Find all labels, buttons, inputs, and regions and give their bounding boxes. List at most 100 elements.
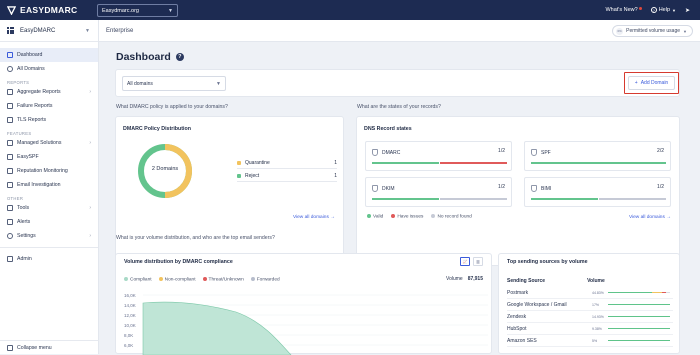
sidebar-item-aggregate-reports[interactable]: Aggregate Reports ›: [0, 85, 98, 99]
view-all-domains-link[interactable]: View all domains →: [629, 215, 671, 220]
line-chart-icon[interactable]: 📈: [460, 257, 470, 266]
permitted-volume-usage[interactable]: 0% Permitted volume usage ▼: [612, 25, 693, 37]
legend-count: 1: [334, 160, 337, 166]
globe-icon: [7, 66, 13, 72]
volume-bar: [608, 315, 670, 318]
subheader: Enterprise 0% Permitted volume usage ▼: [99, 20, 700, 42]
volume-bar: [608, 303, 670, 306]
record-dmarc[interactable]: DMARC 1/2: [365, 141, 512, 171]
record-name: DMARC: [382, 150, 401, 156]
send-icon[interactable]: ➤: [685, 7, 690, 14]
tools-icon: [7, 205, 13, 211]
chevron-down-icon: ▼: [683, 28, 687, 34]
bell-icon: [7, 219, 13, 225]
volume-total-label: Volume: [446, 276, 463, 282]
source-row[interactable]: HubSpot 9.38%: [507, 323, 673, 335]
collapse-icon: [7, 344, 13, 351]
sidebar-item-managed-solutions[interactable]: Managed Solutions ›: [0, 136, 98, 150]
sidebar-item-reputation-monitoring[interactable]: Reputation Monitoring: [0, 164, 98, 178]
sidebar: EasyDMARC ▼ Dashboard All Domains REPORT…: [0, 20, 99, 354]
donut-center-label: 2 Domains: [151, 166, 179, 172]
question-policy: What DMARC policy is applied to your dom…: [116, 104, 228, 110]
source-pct: 5%: [592, 338, 598, 343]
source-name: HubSpot: [507, 325, 527, 332]
sidebar-item-all-domains[interactable]: All Domains: [0, 62, 98, 76]
volume-bar: [608, 327, 670, 330]
legend-non-compliant[interactable]: Non-compliant: [158, 277, 196, 282]
sidebar-item-tls-reports[interactable]: TLS Reports: [0, 113, 98, 127]
source-name: Zendesk: [507, 313, 527, 320]
sidebar-item-tools[interactable]: Tools ›: [0, 201, 98, 215]
view-all-domains-link[interactable]: View all domains →: [293, 215, 335, 220]
help-icon: ?: [650, 7, 657, 13]
sidebar-item-failure-reports[interactable]: Failure Reports: [0, 99, 98, 113]
help-menu[interactable]: ? Help ▼: [650, 7, 676, 13]
volume-legend: Compliant Non-compliant Threat/Unknown F…: [124, 277, 280, 282]
card-title: Volume distribution by DMARC compliance: [124, 259, 233, 265]
chevron-down-icon: ▼: [85, 27, 90, 34]
legend-threat-unknown[interactable]: Threat/Unknown: [202, 277, 244, 282]
dmarc-policy-card: DMARC Policy Distribution 2 Domains Quar…: [115, 116, 344, 266]
bar-chart-icon[interactable]: ▥: [473, 257, 483, 266]
sidebar-item-label: TLS Reports: [17, 117, 47, 123]
record-ratio: 1/2: [657, 184, 664, 190]
record-bimi[interactable]: BIMI 1/2: [524, 177, 671, 207]
main-content: Dashboard ? All domains ▼ + Add Domain W…: [99, 42, 700, 355]
column-header-volume: Volume: [587, 278, 605, 284]
help-icon[interactable]: ?: [175, 53, 184, 61]
sidebar-item-email-investigation[interactable]: Email Investigation: [0, 178, 98, 192]
source-name: Google Workspace / Gmail: [507, 301, 567, 308]
sidebar-item-easyspf[interactable]: EasySPF: [0, 150, 98, 164]
legend-row-reject: Reject 1: [237, 171, 337, 182]
brand-logo[interactable]: EASYDMARC: [7, 5, 77, 15]
sidebar-item-label: Admin: [17, 256, 32, 262]
brand-name: EASYDMARC: [20, 5, 78, 15]
collapse-menu-button[interactable]: Collapse menu: [0, 340, 99, 354]
organization-select[interactable]: Easydmarc.org ▼: [97, 4, 178, 17]
volume-bar: [608, 291, 670, 294]
dns-record-states-card: DNS Record states DMARC 1/2 SPF 2/2 DKIM…: [356, 116, 680, 266]
source-row[interactable]: Google Workspace / Gmail 17%: [507, 299, 673, 311]
usage-progress-icon: 0%: [616, 27, 624, 35]
record-spf[interactable]: SPF 2/2: [524, 141, 671, 171]
sidebar-item-dashboard[interactable]: Dashboard: [0, 48, 98, 62]
shield-icon: [531, 185, 537, 192]
sidebar-item-alerts[interactable]: Alerts: [0, 215, 98, 229]
legend-swatch: [237, 161, 241, 165]
filter-bar: All domains ▼ + Add Domain: [115, 69, 680, 97]
bar-no-record: [440, 197, 507, 200]
card-title: Top sending sources by volume: [507, 259, 588, 265]
usage-label: Permitted volume usage: [626, 28, 681, 34]
sidebar-item-label: Reputation Monitoring: [17, 168, 68, 174]
org-switcher[interactable]: EasyDMARC ▼: [0, 20, 98, 42]
chevron-right-icon: ›: [89, 205, 91, 211]
sidebar-item-label: Failure Reports: [17, 103, 53, 109]
sidebar-item-label: Email Investigation: [17, 182, 61, 188]
sidebar-item-label: Dashboard: [17, 52, 43, 58]
sidebar-item-settings[interactable]: Settings ›: [0, 229, 98, 243]
source-row[interactable]: Postmark 44.83%: [507, 287, 673, 299]
report-icon: [7, 89, 13, 95]
source-row[interactable]: Amazon SES 5%: [507, 335, 673, 347]
question-records: What are the states of your records?: [357, 104, 441, 110]
help-label: Help: [658, 7, 670, 13]
source-pct: 17%: [592, 302, 600, 307]
legend-compliant[interactable]: Compliant: [124, 277, 152, 282]
notification-dot: [638, 7, 642, 10]
chart-type-toggle: 📈 ▥: [460, 257, 483, 266]
domain-filter-select[interactable]: All domains ▼: [122, 76, 226, 91]
record-dkim[interactable]: DKIM 1/2: [365, 177, 512, 207]
legend-valid: Valid: [367, 214, 383, 219]
organization-select-value: Easydmarc.org: [102, 7, 139, 14]
record-ratio: 2/2: [657, 148, 664, 154]
whats-new-link[interactable]: What's New?: [605, 7, 642, 13]
volume-area-chart: 16,0K 14,0K 12,0K 10,0K 8,0K 6,0K: [124, 293, 488, 355]
dashboard-icon: [7, 52, 13, 58]
volume-distribution-card: Volume distribution by DMARC compliance …: [115, 253, 492, 355]
record-name: SPF: [541, 150, 551, 156]
sidebar-item-label: Tools: [17, 205, 30, 211]
add-domain-button[interactable]: + Add Domain: [628, 76, 675, 90]
source-row[interactable]: Zendesk 14.93%: [507, 311, 673, 323]
sidebar-item-admin[interactable]: Admin: [0, 252, 98, 266]
legend-forwarded[interactable]: Forwarded: [250, 277, 280, 282]
